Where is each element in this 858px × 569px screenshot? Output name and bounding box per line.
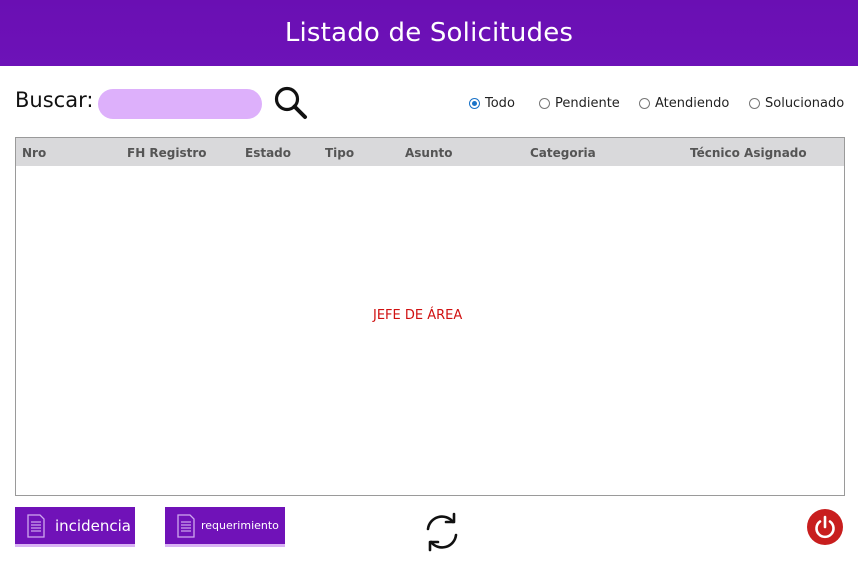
requerimiento-button[interactable]: requerimiento: [165, 507, 285, 547]
filter-label: Solucionado: [765, 95, 845, 111]
refresh-button[interactable]: [422, 512, 462, 552]
table-header: Nro FH Registro Estado Tipo Asunto Categ…: [16, 138, 844, 166]
power-button[interactable]: [807, 509, 843, 545]
page-title: Listado de Solicitudes: [284, 18, 574, 48]
incidencia-button[interactable]: incidencia: [15, 507, 135, 547]
app-header: Listado de Solicitudes: [0, 0, 858, 66]
filter-label: Atendiendo: [655, 95, 730, 111]
column-header-tecnico[interactable]: Técnico Asignado: [690, 146, 807, 160]
refresh-icon: [426, 512, 458, 552]
column-header-categoria[interactable]: Categoria: [530, 146, 596, 160]
filter-label: Pendiente: [555, 95, 620, 111]
search-label: Buscar:: [15, 88, 94, 112]
requerimiento-label: requerimiento: [201, 519, 279, 532]
column-header-fh-registro[interactable]: FH Registro: [127, 146, 207, 160]
search-icon: [274, 86, 307, 119]
radio-pendiente[interactable]: [539, 97, 550, 109]
power-icon: [815, 515, 835, 539]
empty-message: JEFE DE ÁREA: [373, 308, 463, 323]
search-button[interactable]: [272, 84, 310, 122]
filter-solucionado[interactable]: Solucionado: [749, 94, 844, 112]
column-header-tipo[interactable]: Tipo: [325, 146, 354, 160]
column-header-nro[interactable]: Nro: [22, 146, 46, 160]
filter-todo[interactable]: Todo: [469, 94, 515, 112]
filter-atendiendo[interactable]: Atendiendo: [639, 94, 729, 112]
column-header-estado[interactable]: Estado: [245, 146, 291, 160]
radio-todo[interactable]: [469, 97, 480, 109]
filter-label: Todo: [485, 95, 515, 111]
column-header-asunto[interactable]: Asunto: [405, 146, 453, 160]
requests-table[interactable]: Nro FH Registro Estado Tipo Asunto Categ…: [15, 137, 845, 496]
incidencia-label: incidencia: [55, 516, 131, 535]
document-icon: [27, 513, 45, 538]
filter-pendiente[interactable]: Pendiente: [539, 94, 620, 112]
search-input[interactable]: [98, 89, 262, 119]
document-icon: [177, 513, 195, 538]
radio-solucionado[interactable]: [749, 97, 760, 109]
radio-atendiendo[interactable]: [639, 97, 650, 109]
